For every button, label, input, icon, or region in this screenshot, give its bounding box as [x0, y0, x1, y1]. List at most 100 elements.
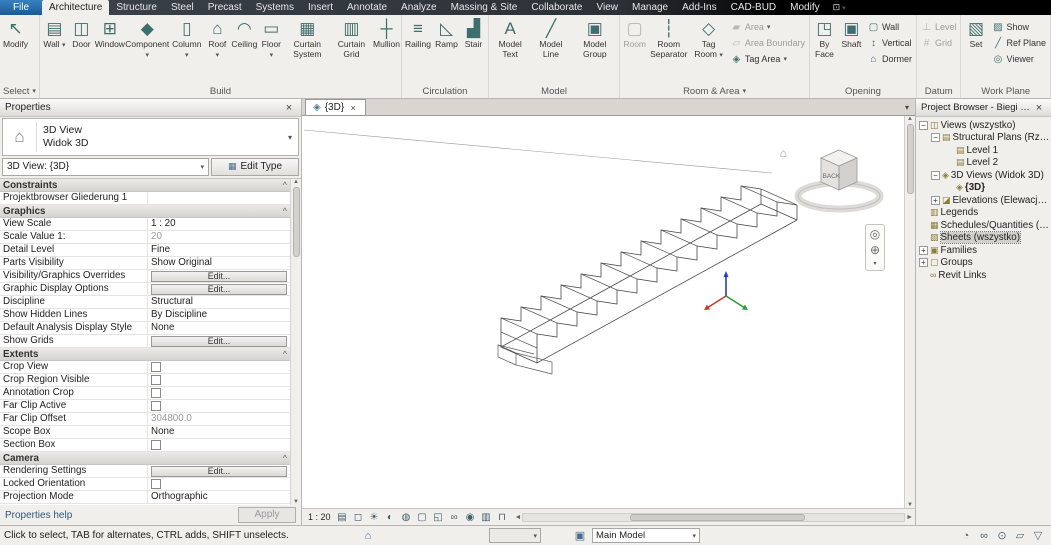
- vertical-opening-button[interactable]: ↕Vertical: [865, 35, 915, 51]
- ceiling-button[interactable]: ◠Ceiling: [231, 16, 258, 84]
- model-text-button[interactable]: AModel Text: [490, 16, 530, 84]
- show-constraints-icon[interactable]: ⊓: [495, 510, 510, 525]
- canvas-vertical-scrollbar[interactable]: ▲ ▼: [904, 116, 915, 508]
- view-scale-button[interactable]: 1 : 20: [305, 510, 334, 525]
- tab-architecture[interactable]: Architecture: [42, 0, 109, 15]
- close-icon[interactable]: ×: [282, 102, 296, 114]
- curtain-grid-button[interactable]: ▥Curtain Grid: [330, 16, 373, 84]
- scroll-up-icon[interactable]: ▲: [293, 179, 299, 185]
- tab-manage[interactable]: Manage: [625, 0, 675, 15]
- far-clip-active-checkbox[interactable]: [151, 401, 161, 411]
- select-underlay-icon[interactable]: ▱: [1013, 529, 1027, 542]
- background-processes-icon[interactable]: ◔: [959, 530, 973, 542]
- tab-modify[interactable]: Modify: [783, 0, 826, 15]
- show-crop-region-icon[interactable]: ◱: [431, 510, 446, 525]
- tab-cad-bud[interactable]: CAD-BUD: [724, 0, 784, 15]
- scrollbar-thumb[interactable]: [907, 124, 914, 194]
- temporary-view-properties-icon[interactable]: ▥: [479, 510, 494, 525]
- sun-path-icon[interactable]: ☀: [367, 510, 382, 525]
- annotation-crop-checkbox[interactable]: [151, 388, 161, 398]
- viewcube-home-icon[interactable]: ⌂: [780, 146, 787, 160]
- tab-add-ins[interactable]: Add-Ins: [675, 0, 723, 15]
- tab-precast[interactable]: Precast: [201, 0, 249, 15]
- expand-icon[interactable]: +: [931, 196, 940, 205]
- model-canvas[interactable]: ⌂ BACK ◎ ⊕ ▾: [302, 116, 915, 508]
- expand-icon[interactable]: +: [919, 246, 928, 255]
- section-graphics[interactable]: Graphics^: [0, 205, 290, 218]
- viewer-button[interactable]: ◎Viewer: [989, 51, 1049, 67]
- properties-scrollbar[interactable]: ▲ ▼: [290, 179, 301, 505]
- vg-overrides-edit-button[interactable]: Edit...: [151, 271, 287, 282]
- close-icon[interactable]: ×: [348, 103, 358, 113]
- room-button[interactable]: ▢Room: [621, 16, 648, 84]
- tab-analyze[interactable]: Analyze: [394, 0, 444, 15]
- zoom-icon[interactable]: ⊕: [870, 244, 880, 257]
- tag-area-button[interactable]: ◈Tag Area▾: [728, 51, 808, 67]
- ref-plane-button[interactable]: ╱Ref Plane: [989, 35, 1049, 51]
- tree-item-structural-plans[interactable]: −▤Structural Plans (Rzut konst...: [916, 132, 1051, 145]
- select-pinned-icon[interactable]: ⊙: [995, 529, 1009, 542]
- tab-steel[interactable]: Steel: [164, 0, 201, 15]
- section-extents[interactable]: Extents^: [0, 348, 290, 361]
- locked-orientation-checkbox[interactable]: [151, 479, 161, 489]
- tree-item-level-2[interactable]: ▤Level 2: [916, 157, 1051, 170]
- design-option-selector[interactable]: Main Model▾: [592, 528, 700, 543]
- modify-button[interactable]: ↖ Modify: [1, 16, 30, 84]
- type-selector[interactable]: ⌂ 3D ViewWidok 3D ▾: [2, 118, 299, 156]
- tab-annotate[interactable]: Annotate: [340, 0, 394, 15]
- tree-item-schedules[interactable]: ▦Schedules/Quantities (wszystk...: [916, 219, 1051, 232]
- tree-item-3d-views[interactable]: −◈3D Views (Widok 3D): [916, 169, 1051, 182]
- apply-button[interactable]: Apply: [238, 507, 296, 523]
- tree-item-revit-links[interactable]: ∞Revit Links: [916, 269, 1051, 282]
- section-constraints[interactable]: Constraints^: [0, 179, 290, 192]
- section-box-checkbox[interactable]: [151, 440, 161, 450]
- chevron-down-icon[interactable]: ▾: [282, 133, 298, 142]
- crop-view-checkbox[interactable]: [151, 362, 161, 372]
- worksets-icon[interactable]: ⌂: [361, 530, 375, 542]
- visual-style-icon[interactable]: ◻: [351, 510, 366, 525]
- crop-view-icon[interactable]: ▢: [415, 510, 430, 525]
- show-grids-edit-button[interactable]: Edit...: [151, 336, 287, 347]
- by-face-button[interactable]: ◳By Face: [811, 16, 838, 84]
- tree-item-elevations[interactable]: +◪Elevations (Elewacja budynk...: [916, 194, 1051, 207]
- door-button[interactable]: ◫Door: [68, 16, 95, 84]
- column-button[interactable]: ▯Column ▾: [170, 16, 204, 84]
- collapse-icon[interactable]: −: [919, 121, 928, 130]
- design-options-icon[interactable]: ▣: [573, 529, 587, 542]
- tree-item-3d[interactable]: ◈{3D}: [916, 182, 1051, 195]
- scrollbar-thumb[interactable]: [293, 187, 300, 257]
- graphic-display-options-edit-button[interactable]: Edit...: [151, 284, 287, 295]
- section-camera[interactable]: Camera^: [0, 452, 290, 465]
- roof-button[interactable]: ⌂Roof ▾: [204, 16, 231, 84]
- scroll-down-icon[interactable]: ▼: [907, 502, 913, 508]
- select-links-icon[interactable]: ∞: [977, 530, 991, 542]
- wall-button[interactable]: ▤Wall ▾: [41, 16, 68, 84]
- selection-filter-icon[interactable]: ▽: [1031, 529, 1045, 542]
- group-label-room-area[interactable]: Room & Area▾: [621, 84, 808, 98]
- window-button[interactable]: ⊞Window: [95, 16, 125, 84]
- component-button[interactable]: ◆Component ▾: [125, 16, 170, 84]
- scroll-up-icon[interactable]: ▲: [907, 116, 913, 122]
- edit-type-button[interactable]: ▦Edit Type: [211, 158, 299, 176]
- area-button[interactable]: ▰Area▾: [728, 19, 808, 35]
- ramp-button[interactable]: ◺Ramp: [433, 16, 460, 84]
- model-group-button[interactable]: ▣Model Group: [571, 16, 618, 84]
- temporary-hide-isolate-icon[interactable]: ∞: [447, 510, 462, 525]
- viewcube[interactable]: BACK: [791, 140, 887, 216]
- tab-structure[interactable]: Structure: [109, 0, 164, 15]
- tree-item-sheets[interactable]: ▧Sheets (wszystko): [916, 232, 1051, 245]
- scroll-right-icon[interactable]: ►: [906, 514, 913, 521]
- railing-button[interactable]: ≡Railing: [403, 16, 433, 84]
- mullion-button[interactable]: ┼Mullion: [373, 16, 400, 84]
- scrollbar-track[interactable]: [522, 513, 905, 522]
- project-browser-header[interactable]: Project Browser - Biegi SEAHAL... ×: [916, 99, 1051, 117]
- tree-item-level-1[interactable]: ▤Level 1: [916, 144, 1051, 157]
- canvas-horizontal-scrollbar[interactable]: ◄ ►: [513, 509, 915, 525]
- tree-item-views[interactable]: −◫Views (wszystko): [916, 119, 1051, 132]
- set-button[interactable]: ▧Set: [962, 16, 989, 84]
- view-tab-3d[interactable]: ◈ {3D} ×: [305, 99, 366, 115]
- dormer-button[interactable]: ⌂Dormer: [865, 51, 915, 67]
- tag-room-button[interactable]: ◇Tag Room ▾: [689, 16, 728, 84]
- chevron-down-icon[interactable]: ▾: [873, 260, 876, 267]
- tab-systems[interactable]: Systems: [249, 0, 301, 15]
